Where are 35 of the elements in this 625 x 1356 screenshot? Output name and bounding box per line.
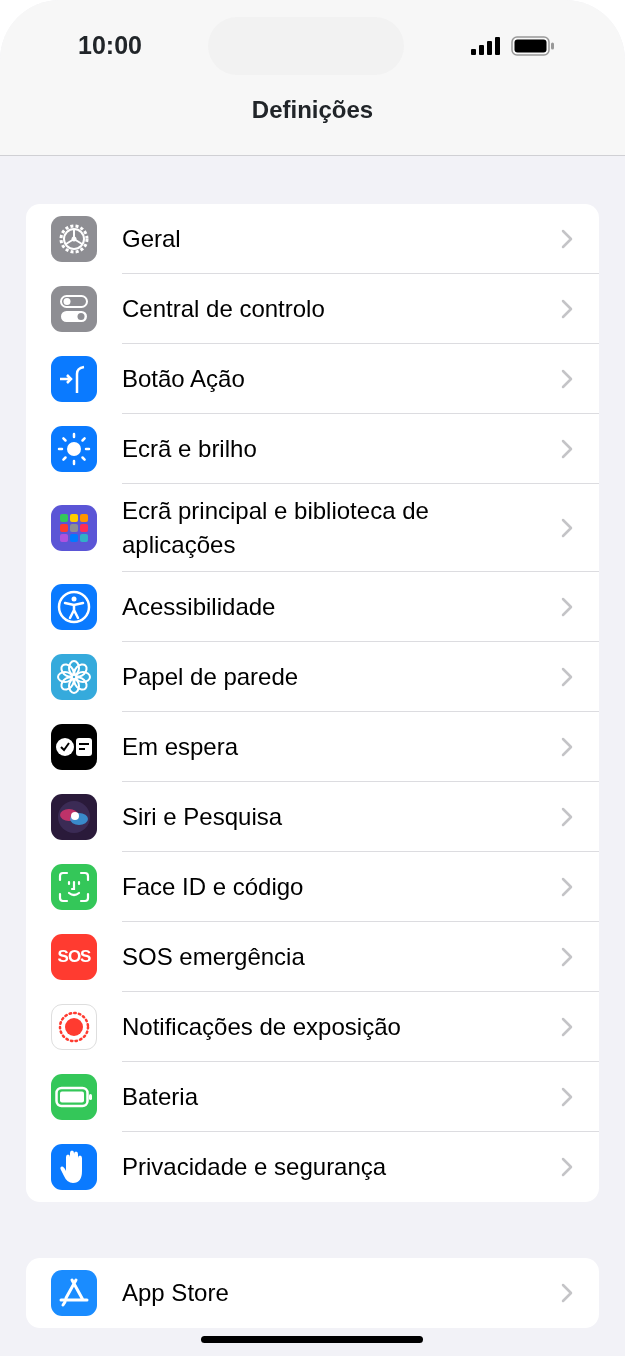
page-title: Definições	[250, 95, 375, 125]
chevron-icon	[561, 1157, 573, 1178]
settings-row[interactable]: Botão Ação	[122, 344, 599, 414]
settings-row[interactable]: Acessibilidade	[122, 572, 599, 643]
settings-row[interactable]: Ecrã principal e biblioteca de aplicações	[122, 484, 599, 573]
chevron-icon	[561, 736, 573, 757]
chevron-icon	[561, 438, 573, 459]
chevron-icon	[561, 228, 573, 249]
settings-row[interactable]: App Store	[122, 1258, 599, 1329]
settings-row[interactable]: Central de controlo	[122, 274, 599, 344]
chevron-icon	[561, 666, 573, 687]
settings-row[interactable]: Face ID e código	[122, 852, 599, 923]
settings-row[interactable]: Siri e Pesquisa	[122, 782, 599, 853]
chevron-icon	[561, 517, 573, 538]
settings-row[interactable]: Geral	[122, 204, 599, 274]
settings-row[interactable]: Bateria	[122, 1062, 599, 1133]
battery-icon	[511, 36, 555, 56]
chevron-icon	[561, 1086, 573, 1107]
chevron-icon	[561, 368, 573, 389]
settings-row[interactable]: SOS emergência	[122, 922, 599, 993]
sos-icon: SOS	[51, 934, 97, 981]
settings-row[interactable]: Ecrã e brilho	[122, 414, 599, 484]
settings-row[interactable]: Em espera	[122, 712, 599, 783]
settings-row[interactable]: Notificações de exposição	[122, 992, 599, 1063]
settings-row[interactable]: Papel de parede	[122, 642, 599, 713]
settings-row[interactable]: Privacidade e segurança	[122, 1132, 599, 1203]
chevron-icon	[561, 1283, 573, 1304]
chevron-icon	[561, 946, 573, 967]
signal-icon	[471, 37, 503, 55]
chevron-icon	[561, 876, 573, 897]
chevron-icon	[561, 806, 573, 827]
status-time: 10:00	[78, 30, 142, 62]
chevron-icon	[561, 596, 573, 617]
chevron-icon	[561, 1016, 573, 1037]
chevron-icon	[561, 298, 573, 319]
